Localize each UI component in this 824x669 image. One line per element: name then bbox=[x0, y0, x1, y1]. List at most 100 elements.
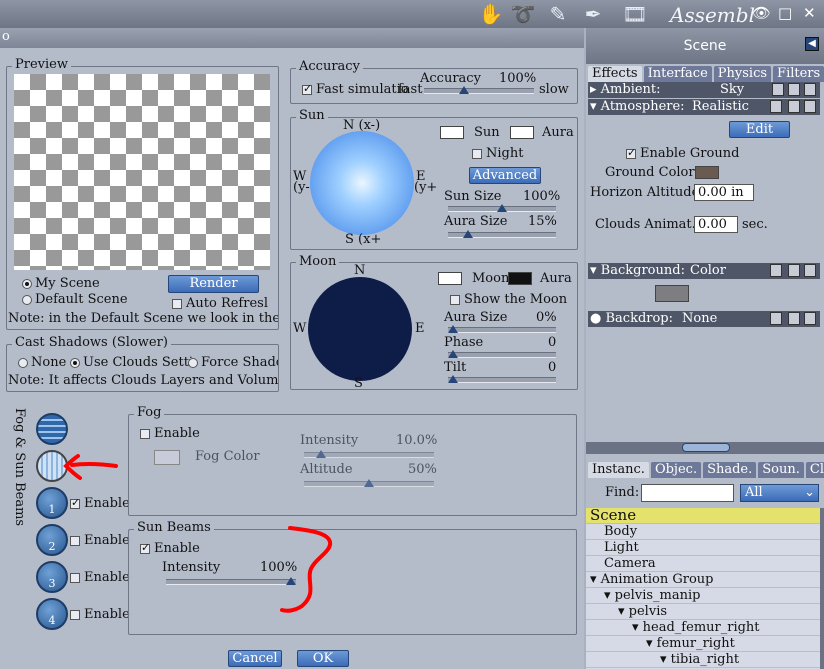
slider-thumb[interactable] bbox=[364, 479, 374, 487]
expand-triangle-icon[interactable]: ▾ bbox=[604, 588, 611, 603]
fog-layer-3-enable[interactable]: Enable bbox=[70, 570, 130, 585]
preview-canvas[interactable] bbox=[14, 74, 270, 270]
aura-size-slider[interactable] bbox=[448, 230, 556, 238]
atmosphere-row[interactable]: ▾ Atmosphere: Realistic bbox=[588, 99, 820, 115]
clouds-animation-input[interactable]: 0.00 bbox=[694, 216, 738, 233]
fast-simulation-checkbox[interactable]: Fast simulatio bbox=[302, 82, 410, 97]
spiral-icon[interactable]: ➰ bbox=[510, 2, 536, 26]
dialog-titlebar[interactable]: o bbox=[0, 28, 584, 48]
edit-button[interactable]: Edit bbox=[729, 121, 790, 138]
tree-scrollbar[interactable] bbox=[820, 508, 824, 669]
film-icon[interactable]: 🎞 bbox=[622, 2, 648, 26]
tab-sounds[interactable]: Soun. bbox=[758, 462, 804, 478]
tab-interface[interactable]: Interface bbox=[643, 66, 712, 82]
slider-thumb[interactable] bbox=[448, 375, 458, 383]
save-icon[interactable] bbox=[788, 100, 800, 113]
background-row[interactable]: ▾ Background: Color bbox=[588, 263, 820, 279]
tree-item-scene[interactable]: Scene bbox=[586, 508, 820, 524]
fog-layer-3-icon[interactable]: 3 bbox=[36, 561, 68, 593]
tree-item-body[interactable]: Body bbox=[586, 524, 820, 540]
pen-icon[interactable]: ✒ bbox=[580, 2, 606, 26]
fog-layer-1-enable[interactable]: Enable bbox=[70, 496, 130, 511]
sun-beams-enable-checkbox[interactable]: Enable bbox=[140, 541, 200, 556]
expand-triangle-icon[interactable]: ▾ bbox=[632, 620, 639, 635]
expand-triangle-icon[interactable]: ▾ bbox=[646, 636, 653, 651]
tab-instances[interactable]: Instanc. bbox=[588, 462, 649, 478]
fog-layer-2-enable[interactable]: Enable bbox=[70, 533, 130, 548]
slider-thumb[interactable] bbox=[448, 325, 458, 333]
enable-ground-checkbox[interactable]: Enable Ground bbox=[626, 146, 739, 161]
fog-layer-2-icon[interactable]: 2 bbox=[36, 524, 68, 556]
slider-thumb[interactable] bbox=[497, 204, 507, 212]
save-icon[interactable] bbox=[788, 83, 800, 96]
brush-icon[interactable]: ✎ bbox=[545, 2, 571, 26]
save-icon[interactable] bbox=[788, 264, 800, 277]
accuracy-slider[interactable] bbox=[424, 86, 534, 94]
expand-triangle-icon[interactable]: ▾ bbox=[618, 604, 625, 619]
tab-objects[interactable]: Objec. bbox=[650, 462, 702, 478]
moon-position-globe[interactable] bbox=[308, 277, 412, 381]
fog-layer-1-icon[interactable]: 1 bbox=[36, 487, 68, 519]
slider-thumb[interactable] bbox=[459, 86, 469, 94]
tree-item-tibia-right[interactable]: ▾ tibia_right bbox=[586, 652, 820, 668]
tree-item-pelvis-manip[interactable]: ▾ pelvis_manip bbox=[586, 588, 820, 604]
horizon-altitude-input[interactable]: 0.00 in bbox=[694, 184, 754, 201]
tree-item-femur-right[interactable]: ▾ femur_right bbox=[586, 636, 820, 652]
moon-aura-size-slider[interactable] bbox=[448, 325, 556, 333]
advanced-button[interactable]: Advanced bbox=[469, 167, 541, 184]
panel-splitter[interactable] bbox=[586, 442, 824, 454]
panel-collapse-icon[interactable]: ◀ bbox=[805, 37, 819, 51]
tab-physics[interactable]: Physics bbox=[713, 66, 772, 82]
expand-triangle-icon[interactable]: ▾ bbox=[590, 572, 597, 587]
filter-select[interactable]: All ⌄ bbox=[740, 484, 819, 502]
splitter-handle[interactable] bbox=[682, 443, 730, 452]
tree-item-head-femur-right[interactable]: ▾ head_femur_right bbox=[586, 620, 820, 636]
expand-triangle-icon[interactable]: ▾ bbox=[660, 652, 667, 667]
tab-shaders[interactable]: Shade. bbox=[703, 462, 757, 478]
moon-phase-slider[interactable] bbox=[448, 350, 556, 358]
tab-clips[interactable]: Clip. bbox=[805, 462, 824, 478]
backdrop-row[interactable]: ● Backdrop: None bbox=[588, 311, 820, 327]
menu-icon[interactable] bbox=[770, 264, 782, 277]
render-button[interactable]: Render bbox=[168, 275, 259, 293]
fog-layers-icon[interactable] bbox=[36, 413, 68, 445]
aura-color-swatch[interactable] bbox=[510, 126, 534, 139]
night-checkbox[interactable]: Night bbox=[472, 146, 523, 161]
slider-thumb[interactable] bbox=[462, 230, 473, 238]
fog-intensity-slider[interactable] bbox=[304, 450, 434, 458]
moon-aura-color-swatch[interactable] bbox=[508, 272, 532, 285]
sun-position-globe[interactable] bbox=[310, 131, 414, 235]
sun-size-slider[interactable] bbox=[448, 204, 556, 212]
ambient-row[interactable]: ▸ Ambient: Sky bbox=[588, 82, 820, 98]
load-icon[interactable] bbox=[804, 312, 816, 325]
tab-filters[interactable]: Filters bbox=[773, 66, 824, 82]
shadows-option-force[interactable]: Force Shadc bbox=[188, 355, 278, 370]
moon-color-swatch[interactable] bbox=[438, 272, 462, 285]
tree-item-animation-group[interactable]: ▾ Animation Group bbox=[586, 572, 820, 588]
ground-color-swatch[interactable] bbox=[695, 166, 719, 179]
menu-icon[interactable] bbox=[772, 83, 784, 96]
slider-thumb[interactable] bbox=[316, 450, 326, 458]
load-icon[interactable] bbox=[804, 100, 816, 113]
maximize-icon[interactable]: □ bbox=[778, 4, 792, 22]
ok-button[interactable]: OK bbox=[297, 650, 349, 667]
load-icon[interactable] bbox=[804, 264, 816, 277]
settings-icon[interactable] bbox=[770, 100, 782, 113]
save-icon[interactable] bbox=[788, 312, 800, 325]
scene-option-my[interactable]: My Scene bbox=[22, 276, 100, 291]
shadows-option-none[interactable]: None bbox=[18, 355, 66, 370]
menu-icon[interactable] bbox=[770, 312, 782, 325]
fog-color-swatch[interactable] bbox=[154, 450, 180, 465]
fog-layer-4-enable[interactable]: Enable bbox=[70, 607, 130, 622]
sun-color-swatch[interactable] bbox=[440, 126, 464, 139]
auto-refresh-checkbox[interactable]: Auto Refresl bbox=[172, 296, 276, 311]
hand-icon[interactable]: ✋ bbox=[478, 2, 504, 26]
fog-altitude-slider[interactable] bbox=[304, 479, 434, 487]
close-icon[interactable]: ✕ bbox=[803, 4, 816, 22]
tree-item-light[interactable]: Light bbox=[586, 540, 820, 556]
tab-effects[interactable]: Effects bbox=[588, 66, 642, 82]
eye-icon[interactable]: 👁 bbox=[752, 4, 771, 22]
background-color-swatch[interactable] bbox=[655, 285, 689, 302]
slider-thumb[interactable] bbox=[448, 350, 458, 358]
scene-option-default[interactable]: Default Scene bbox=[22, 292, 128, 307]
